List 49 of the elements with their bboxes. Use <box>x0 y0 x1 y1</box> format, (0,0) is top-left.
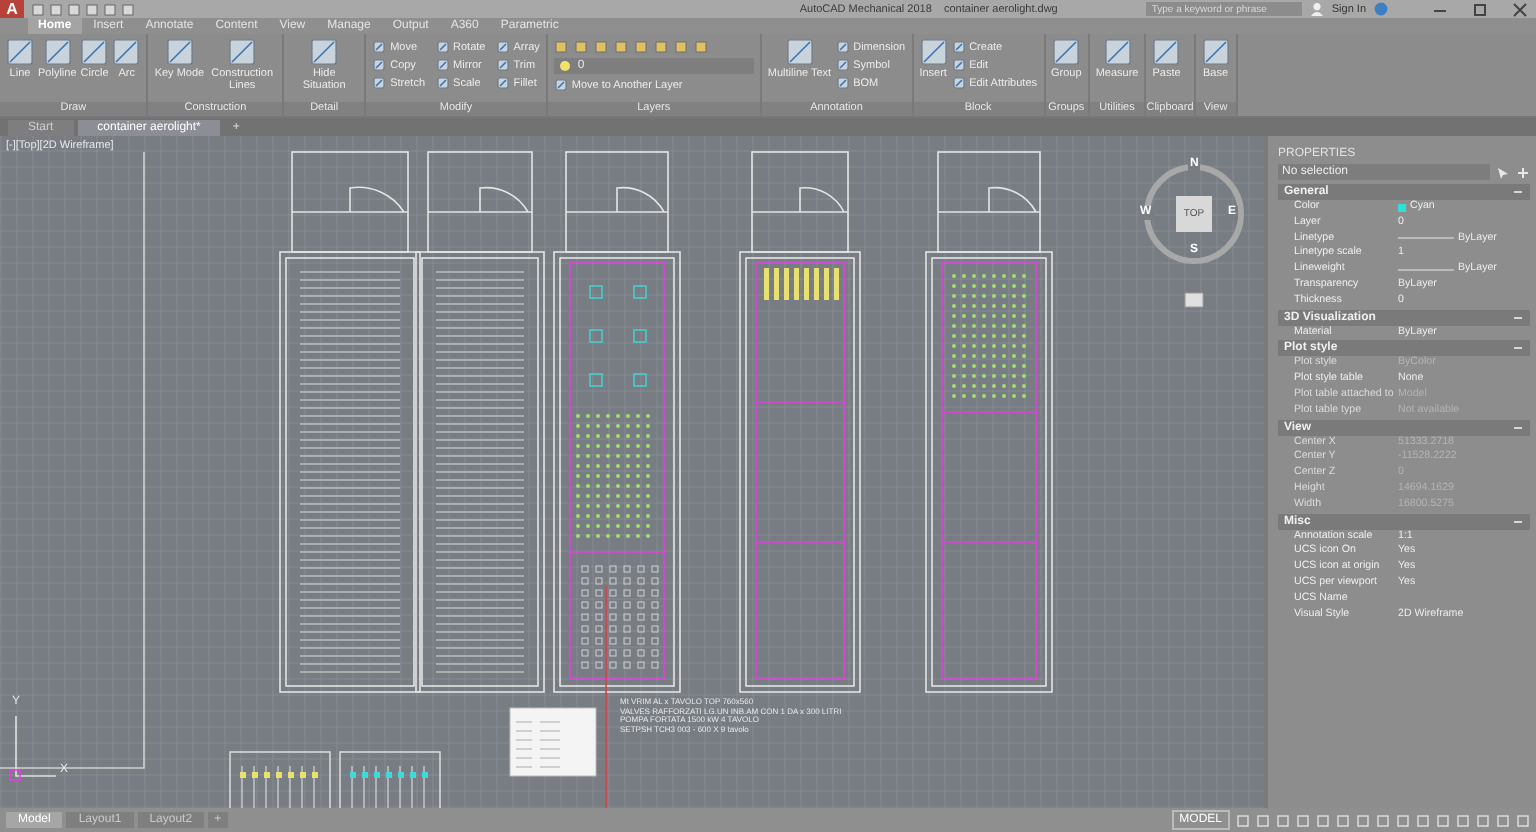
tool-icon <box>951 40 966 54</box>
tool-icon <box>951 58 966 72</box>
collapse-icon[interactable] <box>1512 311 1524 324</box>
tool-icon <box>1052 38 1081 66</box>
tool-icon <box>372 40 387 54</box>
tool-icon <box>495 76 510 90</box>
home-view-icon[interactable] <box>1184 292 1204 308</box>
tool-icon <box>553 78 568 92</box>
tool-icon <box>435 76 450 90</box>
tool-icon <box>372 58 387 72</box>
tool-icon <box>495 58 510 72</box>
tool-icon <box>1103 38 1132 66</box>
tool-icon <box>785 38 814 66</box>
close-icon[interactable] <box>1512 1 1528 17</box>
user-icon[interactable] <box>1309 2 1324 16</box>
tool-icon <box>310 38 339 66</box>
tool-icon <box>835 40 850 54</box>
linetype-sample-icon <box>1398 266 1454 275</box>
tool-icon <box>80 38 109 66</box>
plus-icon[interactable] <box>1516 165 1530 179</box>
tool-icon <box>112 38 141 66</box>
linetype-sample-icon <box>1398 234 1454 243</box>
collapse-icon[interactable] <box>1512 342 1524 355</box>
tool-icon <box>228 38 257 66</box>
tool-icon <box>435 58 450 72</box>
tool-icon <box>372 76 387 90</box>
collapse-icon[interactable] <box>1512 421 1524 434</box>
tool-icon <box>165 38 194 66</box>
app-logo[interactable]: A <box>0 0 24 18</box>
lightbulb-icon <box>557 60 572 72</box>
ucs-axes-icon <box>9 715 57 781</box>
tool-icon <box>835 58 850 72</box>
collapse-icon[interactable] <box>1512 186 1524 198</box>
tool-icon <box>6 38 34 66</box>
select-objects-icon[interactable] <box>1496 165 1510 179</box>
tool-icon <box>835 76 850 90</box>
tool-icon <box>951 76 966 90</box>
schematic-drawing <box>229 751 331 808</box>
schematic-drawing <box>339 751 441 808</box>
collapse-icon[interactable] <box>1512 515 1524 528</box>
help-icon[interactable] <box>1374 2 1388 16</box>
tool-icon <box>1152 38 1181 66</box>
table-drawing <box>509 707 597 777</box>
tool-icon <box>495 40 510 54</box>
tool-icon <box>435 40 450 54</box>
tool-icon <box>919 38 948 66</box>
maximize-icon[interactable] <box>1472 1 1488 17</box>
tool-icon <box>1201 38 1230 66</box>
tool-icon <box>43 38 72 66</box>
